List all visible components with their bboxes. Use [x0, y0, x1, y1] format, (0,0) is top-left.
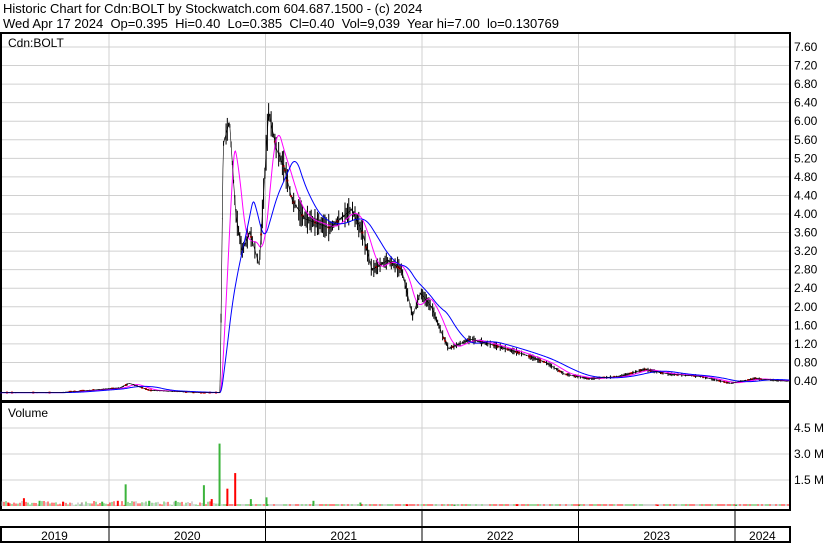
volume-bar — [312, 500, 315, 506]
volume-bar — [578, 504, 581, 506]
price-tick-label: 5.60 — [794, 133, 818, 147]
price-tick-label: 1.20 — [794, 337, 818, 351]
price-tick-label: 3.60 — [794, 226, 818, 240]
price-tick-label: 0.80 — [794, 355, 818, 369]
volume-bar — [7, 502, 10, 506]
volume-bar — [406, 504, 409, 506]
price-tick-label: 5.20 — [794, 151, 818, 165]
volume-panel-frame — [0, 401, 791, 511]
long-ma-line — [0, 161, 790, 394]
price-tick-label: 4.80 — [794, 170, 818, 184]
price-tick-label: 2.00 — [794, 300, 818, 314]
price-tick-label: 4.40 — [794, 188, 818, 202]
volume-bar — [38, 500, 41, 506]
volume-bar — [174, 500, 177, 506]
stock-chart: Historic Chart for Cdn:BOLT by Stockwatc… — [0, 0, 830, 543]
price-tick-label: 2.40 — [794, 281, 818, 295]
year-label: 2024 — [749, 529, 776, 543]
year-label: 2020 — [174, 529, 201, 543]
volume-bar — [202, 485, 205, 506]
volume-bar — [359, 502, 362, 506]
price-tick-label: 7.60 — [794, 40, 818, 54]
volume-bar — [101, 501, 104, 506]
price-tick-label: 6.00 — [794, 114, 818, 128]
volume-bar — [22, 498, 25, 506]
volume-bar — [453, 504, 456, 506]
volume-bar — [124, 484, 127, 506]
price-tick-label: 0.40 — [794, 374, 818, 388]
volume-bar — [234, 473, 237, 506]
volume-bar — [226, 488, 229, 506]
year-label: 2023 — [643, 529, 670, 543]
chart-canvas: 7.60 7.20 6.80 6.40 6.00 5.60 5.20 4.80 4.40 4.00… — [0, 32, 824, 543]
price-panel-frame — [0, 32, 791, 402]
volume-bar — [249, 499, 252, 506]
price-tick-label: 7.20 — [794, 59, 818, 73]
volume-bar — [116, 500, 119, 506]
volume-bar — [80, 502, 83, 506]
volume-bar — [62, 501, 65, 506]
volume-tick-label: 1.5 M — [794, 473, 824, 487]
volume-bar — [210, 499, 213, 506]
volume-bar — [515, 504, 518, 506]
year-label: 2021 — [330, 529, 357, 543]
year-label: 2019 — [41, 529, 68, 543]
volume-tick-label: 3.0 M — [794, 447, 824, 461]
price-tick-label: 6.40 — [794, 96, 818, 110]
price-tick-label: 6.80 — [794, 77, 818, 91]
price-tick-label: 4.00 — [794, 207, 818, 221]
symbol-label: Cdn:BOLT — [8, 36, 64, 50]
year-axis-frame — [0, 526, 791, 543]
year-label: 2022 — [487, 529, 514, 543]
price-tick-label: 2.80 — [794, 263, 818, 277]
volume-bar — [265, 497, 268, 506]
volume-bar — [735, 504, 737, 506]
price-tick-label: 1.60 — [794, 318, 818, 332]
volume-bar — [656, 504, 659, 506]
volume-tick-label: 4.5 M — [794, 421, 824, 435]
volume-bar — [218, 443, 221, 506]
volume-bar — [148, 500, 151, 506]
volume-label: Volume — [8, 406, 48, 420]
price-tick-label: 3.20 — [794, 244, 818, 258]
price-line — [0, 111, 790, 393]
